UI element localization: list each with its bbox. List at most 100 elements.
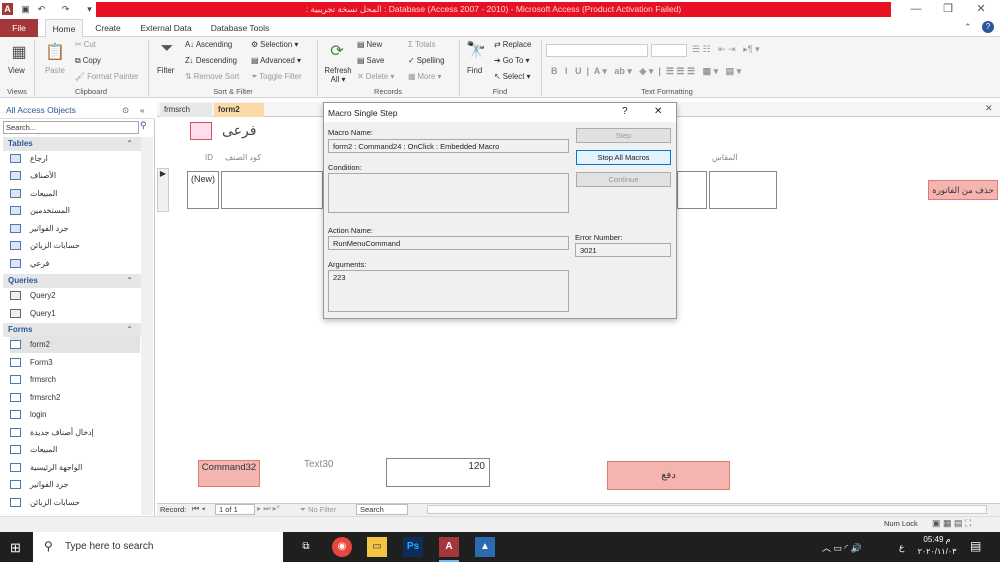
save-record-button[interactable]: ▤ Save — [357, 56, 384, 65]
nav-dropdown-icon[interactable]: ⊙ — [122, 102, 129, 119]
nav-item-table[interactable]: فرعي — [10, 255, 140, 272]
undo-icon[interactable]: ↶ — [36, 3, 47, 15]
list-buttons[interactable]: ☰ ☷ ⇤ ⇥ ▸¶ ▾ — [692, 44, 760, 55]
record-selector[interactable]: ▶ — [157, 168, 169, 212]
doc-tab-form2[interactable]: form2 — [214, 103, 264, 117]
nav-item-table[interactable]: جرد الفواتير — [10, 220, 140, 237]
nav-collapse-icon[interactable]: « — [140, 102, 145, 119]
delete-record-button[interactable]: ✕ Delete ▾ — [357, 72, 394, 81]
paste-button[interactable]: Paste — [45, 66, 65, 75]
nav-item-query[interactable]: Query1 — [10, 305, 140, 322]
nav-section-tables[interactable]: Tables ⌃ — [3, 137, 141, 151]
goto-button[interactable]: ➔ Go To ▾ — [494, 56, 529, 65]
view-icon[interactable]: ▦ — [8, 42, 30, 62]
access-taskbar-icon[interactable]: A — [439, 537, 459, 562]
toggle-filter-button[interactable]: ⏷ Toggle Filter — [251, 72, 302, 82]
file-explorer-icon[interactable]: ▭ — [367, 537, 387, 557]
close-doc-icon[interactable]: ✕ — [985, 103, 993, 114]
nav-item-table[interactable]: المستخدمين — [10, 202, 140, 219]
code-field[interactable] — [221, 171, 323, 209]
current-record-input[interactable]: 1 of 1 — [215, 504, 255, 515]
descending-button[interactable]: Z↓ Descending — [185, 56, 237, 65]
stop-all-macros-button[interactable]: Stop All Macros — [576, 150, 671, 165]
tab-file[interactable]: File — [0, 19, 38, 37]
pay-button[interactable]: دفع — [607, 461, 730, 490]
nav-search-input[interactable]: Search... — [3, 121, 139, 134]
view-switcher-icons[interactable]: ▣ ▦ ▤ ⛶ — [932, 518, 971, 529]
nav-item-form[interactable]: حسابات الزبائن — [10, 494, 140, 511]
clock-time[interactable]: 05:49 م — [920, 535, 954, 544]
nav-scrollbar[interactable] — [141, 137, 153, 515]
dialog-close-button[interactable]: ✕ — [654, 106, 662, 117]
paste-icon[interactable]: 📋 — [44, 42, 66, 62]
nav-section-queries[interactable]: Queries ⌃ — [3, 274, 141, 288]
restore-button[interactable]: ❐ — [937, 2, 959, 17]
photoshop-icon[interactable]: Ps — [403, 537, 423, 557]
tab-home[interactable]: Home — [45, 19, 83, 37]
no-filter-indicator[interactable]: ⏷ No Filter — [300, 505, 336, 515]
nav-header[interactable]: All Access Objects ⊙ « — [0, 102, 155, 119]
nav-section-forms[interactable]: Forms ⌃ — [3, 323, 141, 337]
nav-item-form[interactable]: frmsrch2 — [10, 389, 140, 406]
find-icon[interactable]: 🔭 — [465, 40, 487, 60]
nav-item-table[interactable]: الأصناف — [10, 167, 140, 184]
nav-item-query[interactable]: Query2 — [10, 287, 140, 304]
nav-item-form[interactable]: المبيعات — [10, 441, 140, 458]
search-icon[interactable]: ⚲ — [140, 120, 147, 131]
more-button[interactable]: ▦ More ▾ — [408, 72, 441, 81]
nav-item-form[interactable]: form2 — [10, 336, 140, 353]
cut-button[interactable]: ✂ Cut — [75, 40, 96, 49]
clock-date[interactable]: ٢٠٢٠/١١/٠٣ — [916, 547, 958, 556]
command32-button[interactable]: Command32 — [198, 460, 260, 487]
save-icon[interactable]: ▣ — [20, 3, 31, 15]
windows-start-icon[interactable]: ⊞ — [10, 540, 21, 556]
spelling-button[interactable]: ✓ Spelling — [408, 56, 444, 65]
chrome-icon[interactable]: ◉ — [332, 537, 352, 557]
customize-qat-icon[interactable]: ▾ — [84, 3, 95, 15]
size-field[interactable] — [709, 171, 777, 209]
total-field[interactable]: 120 — [386, 458, 490, 487]
step-button[interactable]: Step — [576, 128, 671, 143]
task-view-icon[interactable]: ⧉ — [296, 537, 316, 557]
refresh-all-button[interactable]: Refresh All ▾ — [322, 66, 354, 84]
photos-icon[interactable]: ▲ — [475, 537, 495, 557]
nav-item-form[interactable]: الواجهة الرئيسية — [10, 459, 140, 476]
dialog-help-button[interactable]: ? — [622, 106, 628, 117]
format-painter-button[interactable]: 🖌 Format Painter — [75, 72, 139, 81]
totals-button[interactable]: Σ Totals — [408, 40, 435, 49]
record-search-input[interactable]: Search — [356, 504, 408, 515]
doc-tab-frmsrch[interactable]: frmsrch — [160, 103, 212, 117]
notifications-icon[interactable]: ▤ — [970, 539, 981, 553]
nav-item-form[interactable]: frmsrch — [10, 371, 140, 388]
nav-item-table[interactable]: ارجاع — [10, 150, 140, 167]
tab-create[interactable]: Create — [88, 19, 128, 37]
font-size-dropdown[interactable] — [651, 44, 687, 57]
system-tray-icons[interactable]: ︿ ▭ ◜ 🔊 — [822, 541, 862, 554]
minimize-button[interactable]: — — [905, 2, 927, 17]
horizontal-scrollbar[interactable] — [427, 505, 987, 514]
view-button[interactable]: View — [8, 66, 25, 75]
next-record-icon[interactable]: ▸ ⏭ ▸* — [257, 504, 280, 514]
advanced-button[interactable]: ▤ Advanced ▾ — [251, 56, 301, 65]
detail-field[interactable] — [677, 171, 707, 209]
refresh-icon[interactable]: ⟳ — [326, 41, 348, 61]
nav-item-form[interactable]: جرد الفواتير — [10, 476, 140, 493]
ascending-button[interactable]: A↓ Ascending — [185, 40, 232, 49]
continue-button[interactable]: Continue — [576, 172, 671, 187]
tab-external-data[interactable]: External Data — [135, 19, 197, 37]
delete-from-invoice-button[interactable]: حذف من الفاتورة — [928, 180, 998, 200]
nav-item-form[interactable]: إدخال أصناف جديدة — [10, 424, 140, 441]
new-record-button[interactable]: ▤ New — [357, 40, 382, 49]
nav-item-form[interactable]: login — [10, 406, 140, 423]
first-record-icon[interactable]: ⏮ ◂ — [192, 504, 205, 514]
find-button[interactable]: Find — [467, 66, 482, 75]
nav-item-form[interactable]: Form3 — [10, 354, 140, 371]
nav-item-table[interactable]: حسابات الزبائن — [10, 237, 140, 254]
select-button[interactable]: ↖ Select ▾ — [494, 72, 530, 81]
remove-sort-button[interactable]: ⇅ Remove Sort — [185, 72, 239, 81]
selection-button[interactable]: ⚙ Selection ▾ — [251, 40, 298, 49]
copy-button[interactable]: ⧉ Copy — [75, 56, 101, 66]
id-field[interactable]: (New) — [187, 171, 219, 209]
help-icon[interactable]: ? — [982, 21, 994, 33]
filter-button[interactable]: Filter — [157, 66, 174, 75]
